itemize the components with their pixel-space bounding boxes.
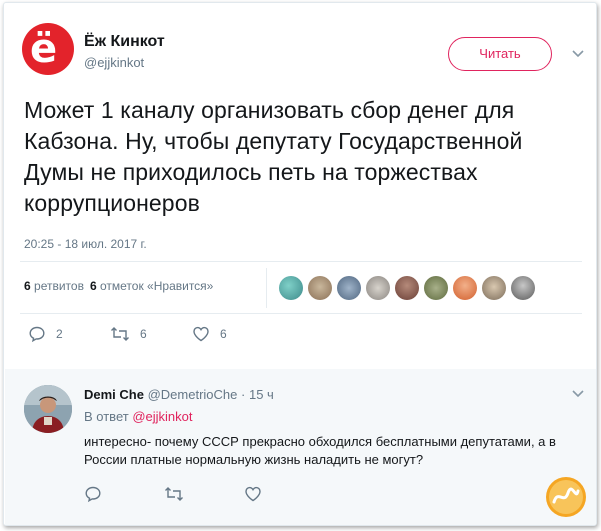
tweet-stats: 6 ретвитов 6 отметок «Нравится»: [24, 279, 213, 293]
reply-author-handle[interactable]: @DemetrioChe: [148, 387, 238, 402]
liker-avatar[interactable]: [424, 276, 448, 300]
tweet-card: ё Ёж Кинкот @ejjkinkot Читать Может 1 ка…: [3, 2, 597, 526]
liker-avatar[interactable]: [366, 276, 390, 300]
divider: [20, 313, 582, 314]
tweet-timestamp[interactable]: 20:25 - 18 июл. 2017 г.: [24, 237, 147, 251]
author-name[interactable]: Ёж Кинкот: [84, 33, 165, 51]
retweet-count: 6: [140, 327, 147, 341]
retweet-action[interactable]: 6: [110, 325, 147, 343]
liker-avatar[interactable]: [395, 276, 419, 300]
heart-icon[interactable]: [244, 485, 262, 503]
watermark-logo: [546, 477, 586, 517]
retweet-icon: [111, 327, 129, 341]
retweets-label: ретвитов: [34, 279, 84, 293]
liker-avatar[interactable]: [308, 276, 332, 300]
chevron-down-icon[interactable]: [571, 49, 585, 59]
liker-avatar[interactable]: [453, 276, 477, 300]
reply-action[interactable]: 2: [28, 325, 63, 343]
retweets-count: 6: [24, 279, 31, 293]
retweets-stat[interactable]: 6 ретвитов: [24, 279, 84, 293]
author-avatar[interactable]: ё: [22, 23, 74, 75]
reply-author-name[interactable]: Demi Che: [84, 387, 144, 402]
author-handle[interactable]: @ejjkinkot: [84, 55, 144, 70]
reply-count: 2: [56, 327, 63, 341]
liker-avatar[interactable]: [482, 276, 506, 300]
in-reply-handle[interactable]: @ejjkinkot: [132, 409, 192, 424]
follow-button[interactable]: Читать: [448, 37, 552, 71]
tweet-text: Может 1 каналу организовать сбор денег д…: [24, 97, 523, 216]
like-action[interactable]: 6: [192, 325, 227, 343]
reply-author-avatar[interactable]: [24, 385, 72, 433]
reply-text: интересно- почему СССР прекрасно обходил…: [84, 434, 556, 467]
liker-avatar[interactable]: [511, 276, 535, 300]
likes-count: 6: [89, 279, 97, 293]
reply-dot: ·: [241, 387, 246, 402]
retweet-icon[interactable]: [164, 485, 184, 503]
avatar-logo-letter: ё: [30, 26, 58, 72]
stats-separator: [266, 268, 267, 308]
reply-icon: [29, 326, 45, 343]
liker-avatar[interactable]: [337, 276, 361, 300]
reply-author-line: Demi Che @DemetrioChe · 15 ч: [84, 387, 274, 402]
divider: [20, 261, 582, 262]
in-reply-to: В ответ @ejjkinkot: [84, 409, 193, 424]
reply-icon[interactable]: [84, 485, 102, 503]
likes-label: отметок «Нравится»: [100, 279, 214, 293]
chevron-down-icon[interactable]: [571, 389, 585, 399]
reply-time[interactable]: 15 ч: [249, 387, 274, 402]
like-count: 6: [220, 327, 227, 341]
likes-stat[interactable]: 6 отметок «Нравится»: [90, 279, 213, 293]
reply-avatar-photo: [24, 385, 72, 433]
liker-avatar[interactable]: [279, 276, 303, 300]
in-reply-prefix: В ответ: [84, 409, 129, 424]
heart-icon: [193, 326, 209, 342]
